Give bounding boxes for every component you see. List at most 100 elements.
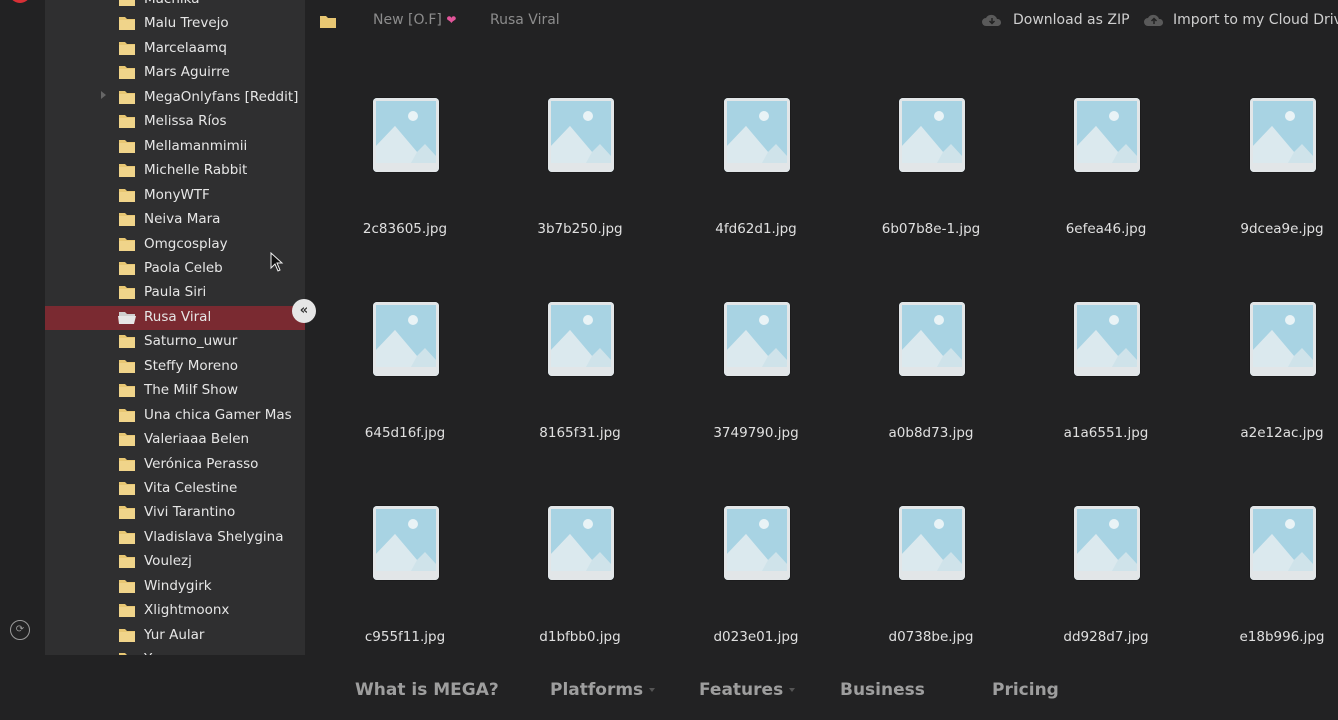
sidebar-item[interactable]: MegaOnlyfans [Reddit] <box>45 86 305 110</box>
sidebar-item[interactable]: Saturno_uwur <box>45 330 305 354</box>
image-thumbnail-icon[interactable] <box>724 506 790 580</box>
sidebar-item-label: Machika <box>144 0 200 7</box>
sidebar-item[interactable]: MonyWTF <box>45 184 305 208</box>
sidebar-item[interactable]: Windygirk <box>45 575 305 599</box>
sidebar-item-label: Paula Siri <box>144 284 207 301</box>
file-item[interactable]: 4fd62d1.jpg <box>681 98 831 268</box>
image-thumbnail-icon[interactable] <box>899 506 965 580</box>
cloud-download-icon[interactable] <box>981 13 1003 27</box>
nav-what-is-mega[interactable]: What is MEGA? <box>355 680 499 700</box>
image-thumbnail-icon[interactable] <box>1074 506 1140 580</box>
file-item[interactable]: a2e12ac.jpg <box>1207 302 1338 472</box>
sidebar-item[interactable]: Una chica Gamer Mas <box>45 404 305 428</box>
sidebar-item[interactable]: Michelle Rabbit <box>45 159 305 183</box>
sidebar-item[interactable]: Verónica Perasso <box>45 453 305 477</box>
breadcrumb-parent-label[interactable]: New [O.F] <box>373 12 442 28</box>
nav-platforms-label[interactable]: Platforms <box>550 680 643 700</box>
sidebar-item-label: Yuz... <box>144 651 179 655</box>
folder-icon[interactable] <box>319 13 337 29</box>
sidebar-item[interactable]: Valeriaaa Belen <box>45 428 305 452</box>
file-item[interactable]: 3b7b250.jpg <box>505 98 655 268</box>
nav-pricing[interactable]: Pricing <box>992 680 1059 700</box>
nav-platforms[interactable]: Platforms <box>550 680 656 700</box>
cloud-upload-icon[interactable] <box>1143 13 1165 27</box>
sidebar-item[interactable]: Mars Aguirre <box>45 61 305 85</box>
sidebar-item[interactable]: Omgcosplay <box>45 233 305 257</box>
sidebar-item[interactable]: Voulezj <box>45 550 305 574</box>
sidebar-item[interactable]: Vita Celestine <box>45 477 305 501</box>
image-thumbnail-icon[interactable] <box>548 98 614 172</box>
image-thumbnail-icon[interactable] <box>1250 98 1316 172</box>
image-thumbnail-icon[interactable] <box>1074 302 1140 376</box>
image-thumbnail-icon[interactable] <box>548 302 614 376</box>
file-item[interactable]: d0738be.jpg <box>856 506 1006 676</box>
sidebar-item[interactable]: Yur Aular <box>45 624 305 648</box>
image-thumbnail-icon[interactable] <box>1250 302 1316 376</box>
mouse-cursor-icon <box>270 252 284 272</box>
file-item[interactable]: a1a6551.jpg <box>1031 302 1181 472</box>
expand-arrow-icon[interactable] <box>101 90 106 99</box>
file-item[interactable]: 6efea46.jpg <box>1031 98 1181 268</box>
image-thumbnail-icon[interactable] <box>1074 98 1140 172</box>
sidebar-item[interactable]: Marcelaamq <box>45 37 305 61</box>
folder-icon <box>119 41 135 55</box>
file-item[interactable]: d1bfbb0.jpg <box>505 506 655 676</box>
image-thumbnail-icon[interactable] <box>899 98 965 172</box>
sidebar-item[interactable]: Steffy Moreno <box>45 355 305 379</box>
file-item[interactable]: a0b8d73.jpg <box>856 302 1006 472</box>
collapse-sidebar-button[interactable]: « <box>292 299 316 323</box>
sidebar-item-label: MegaOnlyfans [Reddit] <box>144 88 299 105</box>
image-thumbnail-icon[interactable] <box>373 98 439 172</box>
image-thumbnail-icon[interactable] <box>548 506 614 580</box>
sidebar-item-label: Steffy Moreno <box>144 357 239 374</box>
file-item[interactable]: d023e01.jpg <box>681 506 831 676</box>
folder-icon <box>119 433 135 447</box>
nav-features[interactable]: Features <box>699 680 796 700</box>
file-name: 9dcea9e.jpg <box>1240 221 1324 237</box>
image-thumbnail-icon[interactable] <box>373 506 439 580</box>
sidebar-item[interactable]: Machika <box>45 0 305 12</box>
sync-icon[interactable]: ⟳ <box>10 620 30 640</box>
folder-icon <box>119 579 135 593</box>
sidebar-item[interactable]: Rusa Viral <box>45 305 305 330</box>
sidebar-item[interactable]: Paula Siri <box>45 281 305 305</box>
folder-icon <box>119 139 135 153</box>
file-item[interactable]: dd928d7.jpg <box>1031 506 1181 676</box>
sidebar-item[interactable]: Neiva Mara <box>45 208 305 232</box>
file-item[interactable]: 9dcea9e.jpg <box>1207 98 1338 268</box>
file-item[interactable]: c955f11.jpg <box>330 506 480 676</box>
sidebar-item-label: Valeriaaa Belen <box>144 431 250 448</box>
sidebar-item[interactable]: Yuz... <box>45 648 305 655</box>
sidebar-item[interactable]: Malu Trevejo <box>45 12 305 36</box>
file-item[interactable]: 645d16f.jpg <box>330 302 480 472</box>
nav-features-label[interactable]: Features <box>699 680 783 700</box>
heart-icon: ❤ <box>446 13 457 27</box>
sidebar-item[interactable]: Paola Celeb <box>45 257 305 281</box>
sidebar-item[interactable]: Vladislava Shelygina <box>45 526 305 550</box>
breadcrumb-parent[interactable]: New [O.F] ❤ <box>373 12 456 28</box>
image-thumbnail-icon[interactable] <box>899 302 965 376</box>
file-name: a2e12ac.jpg <box>1240 425 1324 441</box>
file-item[interactable]: 6b07b8e-1.jpg <box>856 98 1006 268</box>
sidebar-item-label: Marcelaamq <box>144 39 227 56</box>
sidebar-item[interactable]: Mellamanmimii <box>45 135 305 159</box>
nav-business[interactable]: Business <box>840 680 925 700</box>
top-bar: New [O.F] ❤ Rusa Viral Download as ZIP I… <box>305 0 1338 44</box>
image-thumbnail-icon[interactable] <box>724 302 790 376</box>
image-thumbnail-icon[interactable] <box>1250 506 1316 580</box>
image-thumbnail-icon[interactable] <box>724 98 790 172</box>
sidebar-item[interactable]: The Milf Show <box>45 379 305 403</box>
file-item[interactable]: 8165f31.jpg <box>505 302 655 472</box>
mega-logo[interactable] <box>9 0 31 3</box>
download-zip-button[interactable]: Download as ZIP <box>1013 12 1130 28</box>
folder-icon <box>119 164 135 178</box>
file-item[interactable]: e18b996.jpg <box>1207 506 1338 676</box>
image-thumbnail-icon[interactable] <box>373 302 439 376</box>
file-item[interactable]: 3749790.jpg <box>681 302 831 472</box>
sidebar-item-label: Verónica Perasso <box>144 455 259 472</box>
sidebar-item[interactable]: Melissa Ríos <box>45 110 305 134</box>
sidebar-item[interactable]: Vivi Tarantino <box>45 501 305 525</box>
sidebar-item[interactable]: Xlightmoonx <box>45 599 305 623</box>
file-item[interactable]: 2c83605.jpg <box>330 98 480 268</box>
import-cloud-drive-button[interactable]: Import to my Cloud Drive <box>1173 12 1338 28</box>
